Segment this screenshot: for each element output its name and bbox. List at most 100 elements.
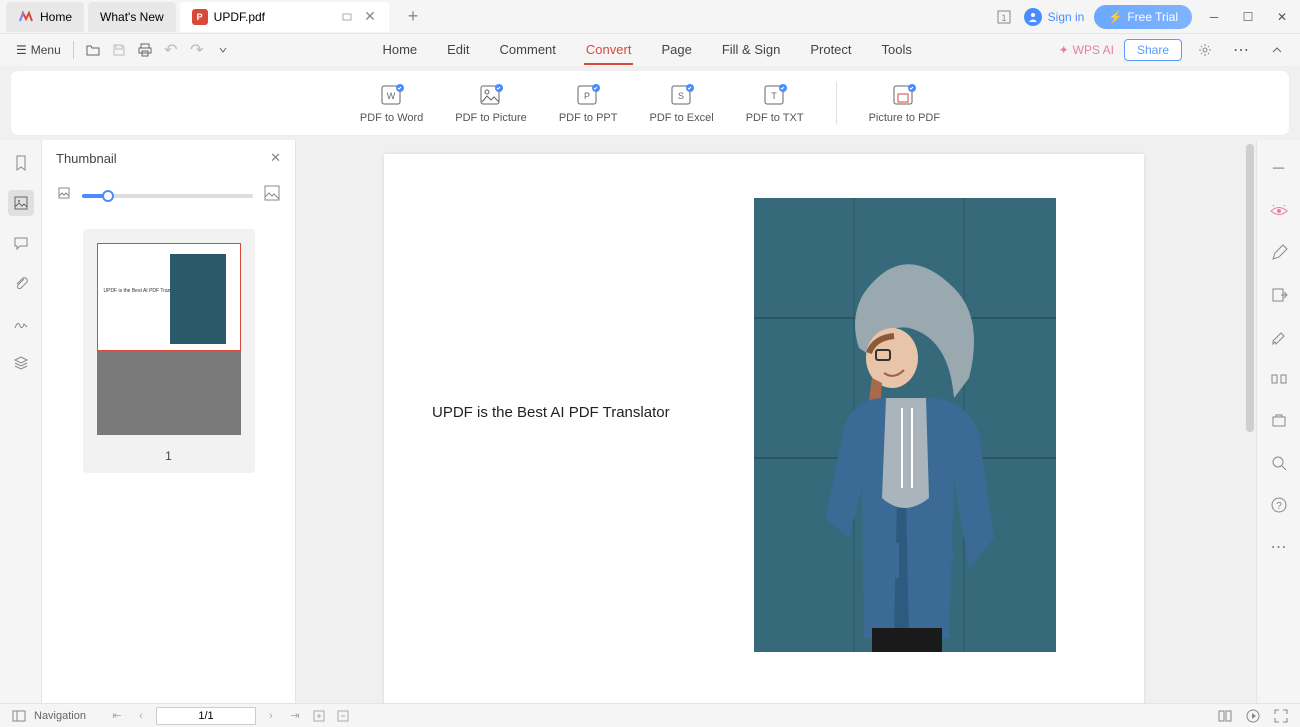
page-image (754, 198, 1056, 652)
pdf-to-picture-button[interactable]: PDF to Picture (455, 82, 527, 124)
txt-icon: T (762, 82, 788, 108)
print-icon[interactable] (134, 39, 156, 61)
tab-file[interactable]: P UPDF.pdf ✕ (180, 2, 389, 32)
menu-label: Menu (31, 43, 61, 57)
screenshot-icon[interactable] (1268, 410, 1290, 432)
menu-button[interactable]: ☰ Menu (10, 39, 67, 61)
tab-home[interactable]: Home (6, 2, 84, 32)
menu-center: Home Edit Comment Convert Page Fill & Si… (236, 36, 1059, 65)
nav-panel-icon[interactable] (10, 707, 28, 725)
svg-text:T: T (771, 91, 777, 101)
pdf-to-ppt-button[interactable]: P PDF to PPT (559, 82, 618, 124)
pdf-to-word-button[interactable]: W PDF to Word (360, 82, 423, 124)
export-icon[interactable] (1268, 284, 1290, 306)
menu-tools[interactable]: Tools (880, 36, 914, 65)
first-page-icon[interactable]: ⇤ (108, 707, 126, 725)
help-icon[interactable]: ? (1268, 494, 1290, 516)
prev-page-icon[interactable]: ‹ (132, 707, 150, 725)
menu-edit[interactable]: Edit (445, 36, 471, 65)
free-trial-button[interactable]: ⚡ Free Trial (1094, 5, 1192, 29)
zoom-out-page-icon[interactable] (334, 707, 352, 725)
last-page-icon[interactable]: ⇥ (286, 707, 304, 725)
pdf-to-ppt-label: PDF to PPT (559, 112, 618, 124)
hamburger-icon: ☰ (16, 43, 27, 57)
pdf-to-picture-label: PDF to Picture (455, 112, 527, 124)
menu-comment[interactable]: Comment (498, 36, 558, 65)
dropdown-icon[interactable] (212, 39, 234, 61)
signature-icon[interactable] (8, 310, 34, 336)
search-icon[interactable] (1268, 452, 1290, 474)
close-button[interactable]: ✕ (1270, 5, 1294, 29)
thumb-large-icon[interactable] (263, 184, 281, 207)
fullscreen-icon[interactable] (1272, 707, 1290, 725)
left-toolbar (0, 140, 42, 703)
menubar: ☰ Menu ↶ ↷ Home Edit Comment Convert Pag… (0, 34, 1300, 66)
thumbnail-title: Thumbnail (56, 151, 117, 166)
share-button[interactable]: Share (1124, 39, 1182, 61)
more-horizontal-icon[interactable]: ⋯ (1268, 536, 1290, 558)
statusbar: Navigation ⇤ ‹ › ⇥ (0, 703, 1300, 727)
menu-convert[interactable]: Convert (584, 36, 634, 65)
minimize-button[interactable]: ─ (1202, 5, 1226, 29)
save-icon[interactable] (108, 39, 130, 61)
pdf-to-word-label: PDF to Word (360, 112, 423, 124)
edit-icon[interactable] (1268, 242, 1290, 264)
thumb-small-icon[interactable] (56, 185, 72, 206)
menu-fillsign[interactable]: Fill & Sign (720, 36, 783, 65)
svg-text:S: S (678, 91, 684, 101)
undo-icon[interactable]: ↶ (160, 39, 182, 61)
thumb-preview-image (170, 254, 226, 344)
split-icon[interactable] (1268, 368, 1290, 390)
gear-icon[interactable] (1194, 39, 1216, 61)
app-logo-icon (18, 9, 34, 25)
menu-home[interactable]: Home (380, 36, 419, 65)
ai-eye-icon[interactable] (1268, 200, 1290, 222)
play-icon[interactable] (1244, 707, 1262, 725)
navigation-label[interactable]: Navigation (34, 710, 86, 722)
svg-text:?: ? (1276, 501, 1282, 512)
tab-whats-new-label: What's New (100, 10, 164, 24)
picture-to-pdf-button[interactable]: Picture to PDF (869, 82, 941, 124)
layers-icon[interactable] (8, 350, 34, 376)
more-icon[interactable]: ⋯ (1230, 39, 1252, 61)
signin-label: Sign in (1048, 10, 1085, 24)
redo-icon[interactable]: ↷ (186, 39, 208, 61)
open-icon[interactable] (82, 39, 104, 61)
tab-add-button[interactable]: + (399, 6, 427, 27)
ribbon-divider (836, 82, 837, 124)
wps-ai-button[interactable]: ✦ WPS AI (1059, 43, 1114, 57)
reading-view-icon[interactable] (1216, 707, 1234, 725)
pdf-to-excel-label: PDF to Excel (650, 112, 714, 124)
thumbnail-card[interactable]: UPDF is the Best AI PDF Translator 1 (83, 229, 255, 473)
collapse-icon[interactable] (1266, 39, 1288, 61)
thumbnail-page-number: 1 (97, 449, 241, 463)
tab-whats-new[interactable]: What's New (88, 2, 176, 32)
pdf-to-excel-button[interactable]: S PDF to Excel (650, 82, 714, 124)
attachment-icon[interactable] (8, 270, 34, 296)
thumbnail-page-preview: UPDF is the Best AI PDF Translator (97, 243, 241, 351)
thumbnail-icon[interactable] (8, 190, 34, 216)
comment-icon[interactable] (8, 230, 34, 256)
user-icon (1024, 8, 1042, 26)
window-count-icon[interactable]: 1 (994, 7, 1014, 27)
minus-icon[interactable]: ─ (1268, 158, 1290, 180)
svg-text:1: 1 (1001, 13, 1006, 23)
close-panel-icon[interactable]: ✕ (270, 150, 281, 166)
pdf-to-txt-button[interactable]: T PDF to TXT (746, 82, 804, 124)
page-input[interactable] (156, 707, 256, 725)
maximize-button[interactable]: ☐ (1236, 5, 1260, 29)
tab-close-icon[interactable]: ✕ (363, 10, 377, 24)
page-canvas: UPDF is the Best AI PDF Translator (384, 154, 1144, 703)
bookmark-icon[interactable] (8, 150, 34, 176)
next-page-icon[interactable]: › (262, 707, 280, 725)
highlight-icon[interactable] (1268, 326, 1290, 348)
menu-page[interactable]: Page (659, 36, 693, 65)
thumb-size-slider[interactable] (82, 194, 253, 198)
zoom-in-page-icon[interactable] (310, 707, 328, 725)
wps-ai-label: WPS AI (1073, 43, 1114, 57)
vertical-scrollbar[interactable] (1246, 144, 1254, 432)
tab-detach-icon[interactable] (337, 7, 357, 27)
signin-button[interactable]: Sign in (1024, 8, 1085, 26)
document-area[interactable]: UPDF is the Best AI PDF Translator (296, 140, 1256, 703)
menu-protect[interactable]: Protect (808, 36, 853, 65)
